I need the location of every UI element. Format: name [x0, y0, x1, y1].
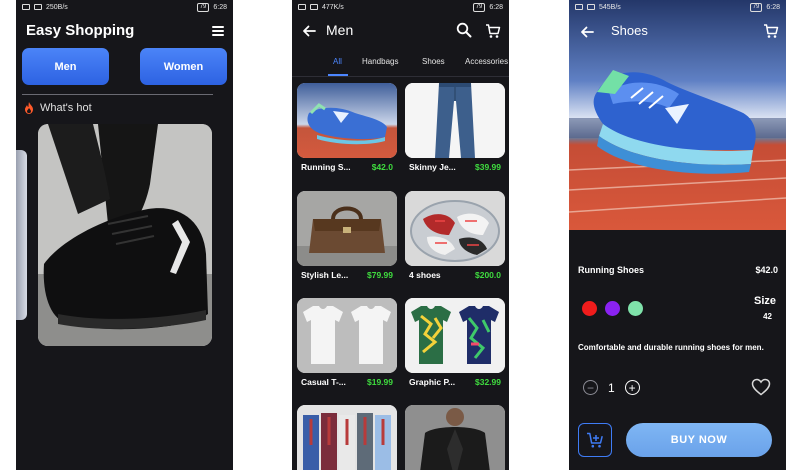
hot-product-card[interactable]: [38, 124, 212, 346]
product-price: $200.0: [475, 270, 501, 280]
product-name: Casual T-...: [301, 377, 346, 387]
sneaker-photo: [38, 124, 212, 346]
product-card[interactable]: 4 shoes $200.0: [405, 191, 505, 280]
product-name: Skinny Je...: [409, 162, 456, 172]
tab-shoes[interactable]: Shoes: [422, 57, 445, 66]
home-screen: 250B/s 79 6:28 Easy Shopping Men Women W…: [16, 0, 233, 470]
product-image: [297, 191, 397, 266]
status-bar: 250B/s 79 6:28: [16, 0, 233, 14]
product-price: $79.99: [367, 270, 393, 280]
whats-hot-header: What's hot: [24, 102, 92, 114]
product-header: Running Shoes $42.0: [578, 265, 778, 275]
signal-icon: [575, 4, 583, 10]
back-arrow-icon[interactable]: [579, 24, 595, 40]
add-to-cart-button[interactable]: [578, 423, 612, 457]
network-speed: 545B/s: [599, 3, 621, 11]
add-cart-icon: [587, 432, 603, 448]
battery-icon: 79: [472, 2, 486, 12]
color-swatch-red[interactable]: [582, 301, 597, 316]
status-bar: 545B/s 79 6:28: [569, 0, 786, 14]
flame-icon: [25, 102, 33, 114]
buy-now-button[interactable]: BUY NOW: [626, 423, 772, 457]
product-card[interactable]: Casual T-... $19.99: [297, 298, 397, 387]
women-category-button[interactable]: Women: [140, 48, 227, 85]
color-swatch-purple[interactable]: [605, 301, 620, 316]
quantity-stepper: − 1 +: [583, 380, 640, 395]
cart-icon[interactable]: [485, 23, 501, 39]
product-price: $39.99: [475, 162, 501, 172]
running-shoe-photo: [569, 0, 786, 230]
product-name: Stylish Le...: [301, 270, 349, 280]
tab-handbags[interactable]: Handbags: [362, 57, 398, 66]
product-name: Graphic P...: [409, 377, 456, 387]
product-image: [297, 298, 397, 373]
network-speed: 477K/s: [322, 3, 344, 11]
previous-hot-card[interactable]: [16, 150, 27, 320]
increase-quantity-button[interactable]: +: [624, 380, 640, 395]
wifi-icon: [587, 4, 595, 10]
app-title: Easy Shopping: [26, 22, 135, 39]
size-value[interactable]: 42: [763, 312, 772, 321]
product-name: Running Shoes: [578, 265, 644, 275]
page-title: Men: [326, 22, 354, 38]
decrease-quantity-button[interactable]: −: [583, 380, 598, 395]
product-name: Running S...: [301, 162, 351, 172]
wifi-icon: [34, 4, 42, 10]
signal-icon: [298, 4, 306, 10]
quantity-value: 1: [608, 380, 615, 395]
product-card[interactable]: [297, 405, 397, 470]
product-card[interactable]: Skinny Je... $39.99: [405, 83, 505, 172]
product-list-screen: 477K/s 79 6:28 Men All Handbags Shoes Ac…: [292, 0, 509, 470]
product-hero-image: [569, 0, 786, 230]
category-tabs: All Handbags Shoes Accessories: [292, 54, 509, 76]
tab-accessories[interactable]: Accessories: [465, 57, 508, 66]
divider: [292, 76, 509, 77]
product-image: [405, 298, 505, 373]
product-image: [405, 191, 505, 266]
section-title: What's hot: [40, 102, 92, 114]
page-title: Shoes: [611, 23, 648, 38]
search-icon[interactable]: [456, 22, 472, 38]
color-swatch-green[interactable]: [628, 301, 643, 316]
hamburger-menu-icon[interactable]: [212, 26, 224, 36]
clock: 6:28: [766, 3, 780, 11]
signal-icon: [22, 4, 30, 10]
back-arrow-icon[interactable]: [301, 23, 317, 39]
divider: [22, 94, 213, 95]
men-category-button[interactable]: Men: [22, 48, 109, 85]
clock: 6:28: [489, 3, 503, 11]
product-card[interactable]: Stylish Le... $79.99: [297, 191, 397, 280]
product-image: [297, 83, 397, 158]
product-price: $42.0: [371, 162, 393, 172]
product-price: $42.0: [755, 265, 778, 275]
product-card[interactable]: Graphic P... $32.99: [405, 298, 505, 387]
status-bar: 477K/s 79 6:28: [292, 0, 509, 14]
wifi-icon: [310, 4, 318, 10]
clock: 6:28: [213, 3, 227, 11]
product-card[interactable]: Running S... $42.0: [297, 83, 397, 172]
size-label: Size: [753, 295, 776, 307]
product-image: [297, 405, 397, 470]
product-image: [405, 405, 505, 470]
product-description: Comfortable and durable running shoes fo…: [578, 343, 764, 352]
product-detail-screen: 545B/s 79 6:28 Shoes Running Shoes $42.0…: [569, 0, 786, 470]
tab-all[interactable]: All: [333, 57, 342, 66]
product-name: 4 shoes: [409, 270, 441, 280]
battery-icon: 79: [749, 2, 763, 12]
network-speed: 250B/s: [46, 3, 68, 11]
favorite-heart-icon[interactable]: [751, 378, 771, 396]
product-price: $19.99: [367, 377, 393, 387]
product-image: [405, 83, 505, 158]
product-price: $32.99: [475, 377, 501, 387]
cart-icon[interactable]: [763, 23, 779, 39]
battery-icon: 79: [196, 2, 210, 12]
product-card[interactable]: [405, 405, 505, 470]
